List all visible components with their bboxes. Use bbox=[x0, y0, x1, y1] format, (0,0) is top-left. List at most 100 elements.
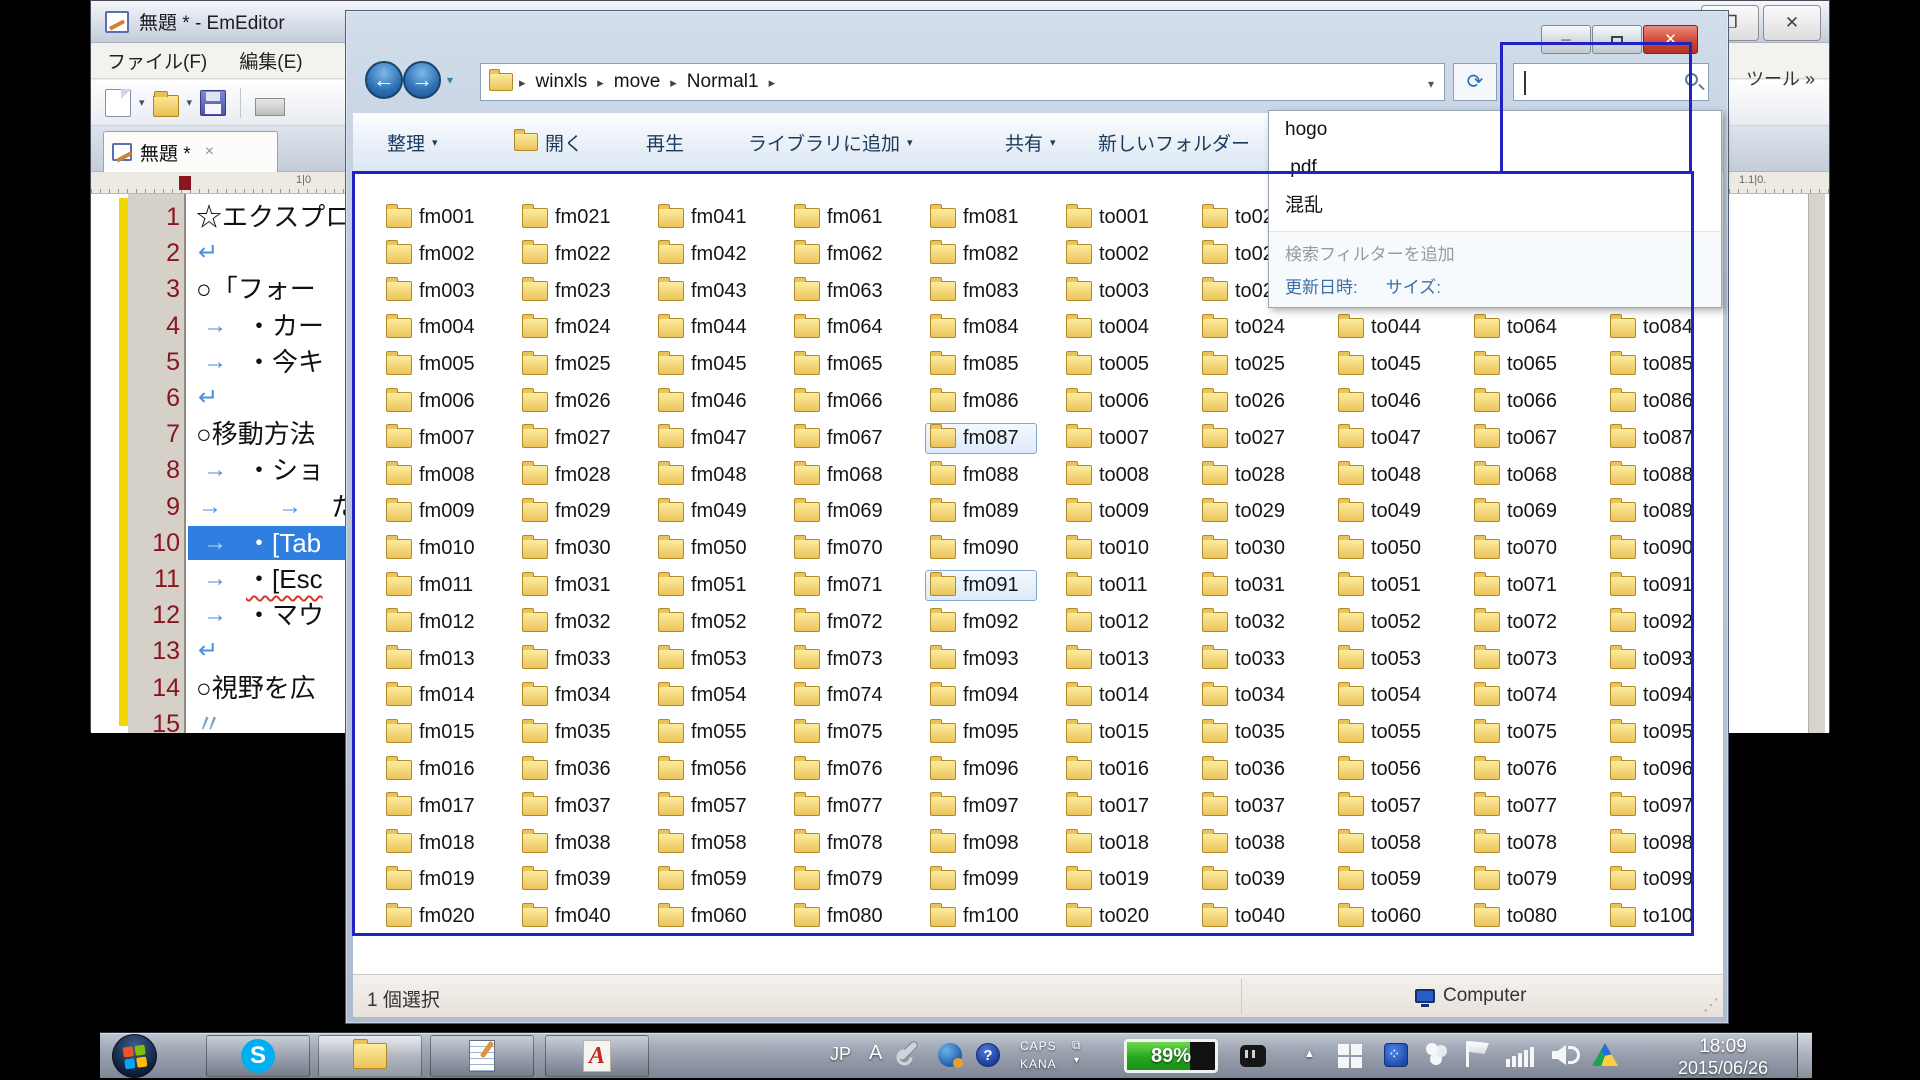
battery-indicator[interactable]: 89% bbox=[1124, 1039, 1218, 1073]
tools-menu-label: ツール bbox=[1746, 69, 1800, 89]
line-number: 15 bbox=[128, 706, 180, 742]
return-mark: ↵ bbox=[198, 235, 218, 271]
status-bar: 1 個選択 Computer ⋰ bbox=[353, 974, 1723, 1017]
windows-logo-icon bbox=[123, 1045, 148, 1070]
line-text: ○視野を広 bbox=[196, 670, 316, 706]
line-number: 13 bbox=[128, 633, 180, 669]
taskbar-clock[interactable]: 18:09 2015/06/26 bbox=[1648, 1036, 1798, 1079]
breadcrumb-separator-icon: ▸ bbox=[513, 75, 532, 90]
line-text: ・カー bbox=[246, 308, 324, 344]
dropdown-caret-icon: ▾ bbox=[907, 136, 913, 149]
menu-overflow-chevron[interactable]: » bbox=[1805, 69, 1815, 89]
line-text: ○移動方法 bbox=[196, 416, 316, 452]
selection-count: 1 個選択 bbox=[367, 985, 440, 1012]
tab-mark: → bbox=[203, 525, 227, 561]
tray-app-icon[interactable] bbox=[1384, 1043, 1408, 1067]
address-dropdown-caret-icon[interactable]: ▾ bbox=[1428, 77, 1434, 91]
toolbar-button-2[interactable]: 開く bbox=[514, 113, 583, 171]
toolbar-button-label: 新しいフォルダー bbox=[1098, 129, 1250, 156]
ime-tools-icon[interactable] bbox=[897, 1040, 920, 1063]
show-desktop-button[interactable] bbox=[1797, 1033, 1812, 1079]
toolbar-button-label: 開く bbox=[545, 129, 583, 156]
breadcrumb-item-Normal1[interactable]: Normal1 bbox=[683, 71, 763, 92]
line-text: ・[Esc bbox=[246, 561, 323, 597]
taskbar-item-explorer[interactable] bbox=[318, 1035, 422, 1077]
kana-caret-icon[interactable]: ▾ bbox=[1074, 1055, 1079, 1066]
taskbar-item-emeditor[interactable] bbox=[430, 1035, 534, 1077]
menu-item-0[interactable]: ファイル(F) bbox=[91, 47, 223, 74]
refresh-button[interactable]: ⟳ bbox=[1453, 63, 1497, 101]
taskbar-item-adobe-reader[interactable]: A bbox=[545, 1035, 649, 1077]
ime-input-mode[interactable]: A bbox=[869, 1042, 882, 1065]
toolbar-button-1[interactable]: 整理▾ bbox=[387, 113, 438, 171]
network-signal-icon[interactable] bbox=[1506, 1045, 1536, 1067]
toolbar-button-5[interactable]: 共有▾ bbox=[1005, 113, 1056, 171]
breadcrumb-item-move[interactable]: move bbox=[610, 71, 664, 92]
line-text: ○「フォー bbox=[196, 271, 316, 307]
start-button[interactable] bbox=[112, 1034, 157, 1078]
line-number: 10 bbox=[128, 525, 180, 561]
toolbar-button-6[interactable]: 新しいフォルダー bbox=[1098, 113, 1250, 171]
document-tab-icon bbox=[112, 143, 132, 161]
line-number: 14 bbox=[128, 670, 180, 706]
ime-dictionary-icon[interactable] bbox=[938, 1043, 962, 1067]
toolbar-button-4[interactable]: ライブラリに追加 ▾ bbox=[748, 113, 913, 171]
caps-indicator[interactable]: CAPS bbox=[1020, 1039, 1057, 1053]
open-file-caret-icon[interactable]: ▾ bbox=[185, 96, 195, 109]
document-tab-label: 無題 * bbox=[140, 139, 191, 166]
computer-icon bbox=[1415, 989, 1435, 1003]
breadcrumb-separator-icon: ▸ bbox=[664, 75, 683, 90]
toolbar-button-3[interactable]: 再生 bbox=[646, 113, 684, 171]
ime-language-indicator[interactable]: JP bbox=[830, 1044, 851, 1065]
breadcrumb-item-winxls[interactable]: winxls bbox=[532, 71, 592, 92]
line-text: ・ショ bbox=[246, 452, 324, 488]
emeditor-app-icon bbox=[105, 11, 129, 33]
save-icon[interactable] bbox=[200, 90, 226, 116]
breadcrumb-separator-icon: ▸ bbox=[763, 75, 782, 90]
editor-scrollbar[interactable] bbox=[1808, 194, 1825, 733]
taskbar-item-skype[interactable]: S bbox=[206, 1035, 310, 1077]
toolbar-button-label: ライブラリに追加 bbox=[748, 129, 900, 156]
return-mark: ↵ bbox=[198, 380, 218, 416]
ime-help-icon[interactable]: ? bbox=[976, 1043, 1000, 1067]
toolbar-separator bbox=[240, 88, 241, 118]
line-text: 〃 bbox=[196, 706, 222, 742]
resize-grip[interactable]: ⋰ bbox=[1703, 995, 1719, 1015]
menu-item-1[interactable]: 編集(E) bbox=[223, 47, 318, 74]
line-number: 12 bbox=[128, 597, 180, 633]
notepad-pencil-icon bbox=[469, 1040, 495, 1072]
location-indicator: Computer bbox=[1415, 985, 1526, 1007]
document-tab[interactable]: 無題 * × bbox=[103, 131, 278, 172]
print-icon[interactable] bbox=[255, 98, 285, 116]
address-bar[interactable]: ▸winxls▸move▸Normal1▸ ▾ bbox=[480, 63, 1445, 101]
tray-utility-icon[interactable] bbox=[1424, 1043, 1448, 1067]
breadcrumb: ▸winxls▸move▸Normal1▸ bbox=[513, 71, 781, 93]
tab-close-icon[interactable]: × bbox=[205, 143, 214, 161]
tab-mark: → bbox=[203, 344, 227, 380]
open-file-icon[interactable] bbox=[153, 95, 179, 117]
volume-waves-icon bbox=[1568, 1046, 1580, 1064]
line-text: ・今キ bbox=[246, 344, 324, 380]
ruler-number-left: 1|0 bbox=[296, 174, 311, 186]
emeditor-title: 無題 * - EmEditor bbox=[139, 8, 285, 35]
toolbar-button-label: 再生 bbox=[646, 129, 684, 156]
kana-indicator[interactable]: KANA bbox=[1020, 1057, 1057, 1071]
volume-icon[interactable] bbox=[1552, 1045, 1566, 1065]
emeditor-menu-tools[interactable]: ツール » bbox=[1746, 65, 1815, 91]
new-document-icon[interactable] bbox=[105, 89, 131, 117]
ime-pad-icon[interactable]: ⧉ bbox=[1072, 1038, 1081, 1053]
back-button[interactable]: ← bbox=[365, 61, 403, 99]
line-number: 6 bbox=[128, 380, 180, 416]
tray-expand-icon[interactable]: ▲ bbox=[1304, 1048, 1315, 1060]
recent-pages-caret-icon[interactable]: ▾ bbox=[447, 73, 453, 87]
power-plug-icon bbox=[1240, 1045, 1266, 1067]
return-mark: ↵ bbox=[198, 633, 218, 669]
action-center-flag-icon[interactable] bbox=[1466, 1041, 1469, 1067]
google-drive-icon[interactable] bbox=[1592, 1043, 1618, 1066]
new-document-caret-icon[interactable]: ▾ bbox=[137, 96, 147, 109]
tab-mark: → bbox=[198, 489, 222, 525]
tab-mark: → bbox=[203, 452, 227, 488]
tray-windows-icon[interactable] bbox=[1338, 1044, 1362, 1068]
forward-button[interactable]: → bbox=[403, 61, 441, 99]
emeditor-close-button[interactable]: ✕ bbox=[1763, 5, 1821, 41]
